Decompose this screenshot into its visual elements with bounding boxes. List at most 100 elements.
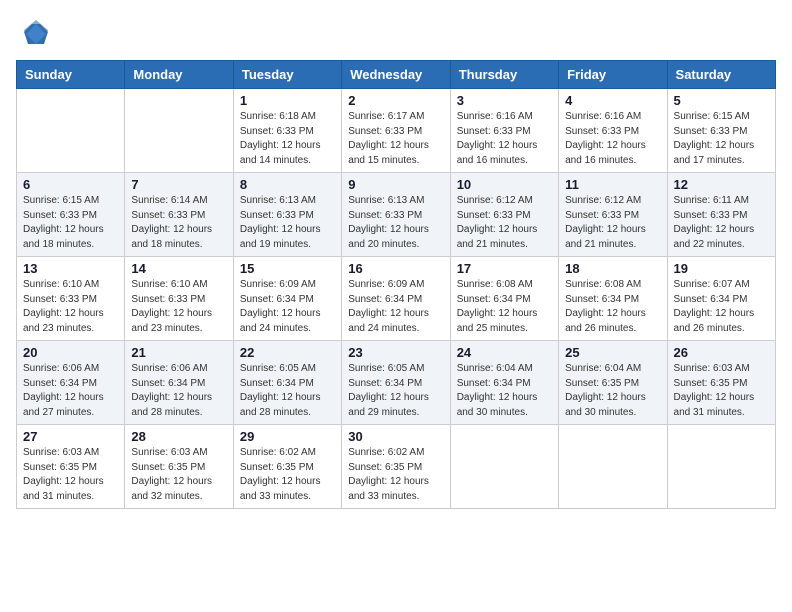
day-number: 8 (240, 177, 335, 192)
day-number: 30 (348, 429, 443, 444)
day-number: 5 (674, 93, 769, 108)
day-info: Sunrise: 6:05 AMSunset: 6:34 PMDaylight:… (348, 362, 443, 420)
day-number: 28 (131, 429, 226, 444)
calendar-cell: 10Sunrise: 6:12 AMSunset: 6:33 PMDayligh… (450, 173, 558, 257)
calendar-week-row: 20 Sunrise: 6:06 AMSunset: 6:34 PMDayligh… (17, 341, 776, 425)
calendar-cell: 25 Sunrise: 6:04 AMSunset: 6:35 PMDayligh… (559, 341, 667, 425)
day-info: Sunrise: 6:08 AMSunset: 6:34 PMDaylight:… (565, 278, 660, 336)
day-number: 12 (674, 177, 769, 192)
calendar-cell (17, 89, 125, 173)
day-number: 29 (240, 429, 335, 444)
calendar-week-row: 27 Sunrise: 6:03 AMSunset: 6:35 PMDayligh… (17, 425, 776, 509)
day-info: Sunrise: 6:04 AMSunset: 6:35 PMDaylight:… (565, 362, 660, 420)
calendar-cell: 1 Sunrise: 6:18 AMSunset: 6:33 PMDaylight… (233, 89, 341, 173)
day-info: Sunrise: 6:05 AMSunset: 6:34 PMDaylight:… (240, 362, 335, 420)
day-info: Sunrise: 6:13 AMSunset: 6:33 PMDaylight:… (348, 194, 443, 252)
calendar-cell: 3 Sunrise: 6:16 AMSunset: 6:33 PMDaylight… (450, 89, 558, 173)
calendar-cell: 2 Sunrise: 6:17 AMSunset: 6:33 PMDaylight… (342, 89, 450, 173)
day-info: Sunrise: 6:06 AMSunset: 6:34 PMDaylight:… (23, 362, 118, 420)
calendar-week-row: 13Sunrise: 6:10 AMSunset: 6:33 PMDayligh… (17, 257, 776, 341)
day-info: Sunrise: 6:07 AMSunset: 6:34 PMDaylight:… (674, 278, 769, 336)
day-number: 11 (565, 177, 660, 192)
day-info: Sunrise: 6:13 AMSunset: 6:33 PMDaylight:… (240, 194, 335, 252)
day-info: Sunrise: 6:10 AMSunset: 6:33 PMDaylight:… (23, 278, 118, 336)
calendar-cell: 26 Sunrise: 6:03 AMSunset: 6:35 PMDayligh… (667, 341, 775, 425)
calendar-cell: 8 Sunrise: 6:13 AMSunset: 6:33 PMDaylight… (233, 173, 341, 257)
day-info: Sunrise: 6:08 AMSunset: 6:34 PMDaylight:… (457, 278, 552, 336)
calendar-cell: 9 Sunrise: 6:13 AMSunset: 6:33 PMDaylight… (342, 173, 450, 257)
calendar-cell: 27 Sunrise: 6:03 AMSunset: 6:35 PMDayligh… (17, 425, 125, 509)
day-number: 22 (240, 345, 335, 360)
day-number: 26 (674, 345, 769, 360)
calendar-cell: 17Sunrise: 6:08 AMSunset: 6:34 PMDayligh… (450, 257, 558, 341)
calendar-cell: 14 Sunrise: 6:10 AMSunset: 6:33 PMDayligh… (125, 257, 233, 341)
calendar-cell (667, 425, 775, 509)
day-info: Sunrise: 6:10 AMSunset: 6:33 PMDaylight:… (131, 278, 226, 336)
day-number: 25 (565, 345, 660, 360)
day-info: Sunrise: 6:15 AMSunset: 6:33 PMDaylight:… (23, 194, 118, 252)
calendar-cell: 30 Sunrise: 6:02 AMSunset: 6:35 PMDayligh… (342, 425, 450, 509)
day-number: 15 (240, 261, 335, 276)
weekday-header-sunday: Sunday (17, 61, 125, 89)
calendar-cell (450, 425, 558, 509)
day-info: Sunrise: 6:15 AMSunset: 6:33 PMDaylight:… (674, 110, 769, 168)
calendar-cell: 12 Sunrise: 6:11 AMSunset: 6:33 PMDayligh… (667, 173, 775, 257)
day-info: Sunrise: 6:12 AMSunset: 6:33 PMDaylight:… (565, 194, 660, 252)
day-info: Sunrise: 6:17 AMSunset: 6:33 PMDaylight:… (348, 110, 443, 168)
weekday-header-tuesday: Tuesday (233, 61, 341, 89)
day-info: Sunrise: 6:16 AMSunset: 6:33 PMDaylight:… (565, 110, 660, 168)
weekday-header-wednesday: Wednesday (342, 61, 450, 89)
day-number: 16 (348, 261, 443, 276)
logo (16, 16, 52, 48)
day-info: Sunrise: 6:09 AMSunset: 6:34 PMDaylight:… (348, 278, 443, 336)
day-info: Sunrise: 6:16 AMSunset: 6:33 PMDaylight:… (457, 110, 552, 168)
weekday-header-monday: Monday (125, 61, 233, 89)
day-number: 3 (457, 93, 552, 108)
calendar-cell: 15 Sunrise: 6:09 AMSunset: 6:34 PMDayligh… (233, 257, 341, 341)
day-info: Sunrise: 6:03 AMSunset: 6:35 PMDaylight:… (674, 362, 769, 420)
day-number: 18 (565, 261, 660, 276)
calendar-cell: 5 Sunrise: 6:15 AMSunset: 6:33 PMDaylight… (667, 89, 775, 173)
day-info: Sunrise: 6:06 AMSunset: 6:34 PMDaylight:… (131, 362, 226, 420)
calendar-week-row: 1 Sunrise: 6:18 AMSunset: 6:33 PMDaylight… (17, 89, 776, 173)
calendar-cell (125, 89, 233, 173)
calendar-cell: 23 Sunrise: 6:05 AMSunset: 6:34 PMDayligh… (342, 341, 450, 425)
day-number: 14 (131, 261, 226, 276)
calendar-table: SundayMondayTuesdayWednesdayThursdayFrid… (16, 60, 776, 509)
day-number: 27 (23, 429, 118, 444)
calendar-cell: 11 Sunrise: 6:12 AMSunset: 6:33 PMDayligh… (559, 173, 667, 257)
day-number: 23 (348, 345, 443, 360)
day-number: 1 (240, 93, 335, 108)
calendar-cell: 7 Sunrise: 6:14 AMSunset: 6:33 PMDaylight… (125, 173, 233, 257)
calendar-cell: 19 Sunrise: 6:07 AMSunset: 6:34 PMDayligh… (667, 257, 775, 341)
day-number: 6 (23, 177, 118, 192)
day-number: 19 (674, 261, 769, 276)
day-info: Sunrise: 6:09 AMSunset: 6:34 PMDaylight:… (240, 278, 335, 336)
day-number: 20 (23, 345, 118, 360)
day-number: 7 (131, 177, 226, 192)
calendar-cell: 16 Sunrise: 6:09 AMSunset: 6:34 PMDayligh… (342, 257, 450, 341)
weekday-header-thursday: Thursday (450, 61, 558, 89)
calendar-cell: 28 Sunrise: 6:03 AMSunset: 6:35 PMDayligh… (125, 425, 233, 509)
day-info: Sunrise: 6:03 AMSunset: 6:35 PMDaylight:… (131, 446, 226, 504)
calendar-cell: 20 Sunrise: 6:06 AMSunset: 6:34 PMDayligh… (17, 341, 125, 425)
day-number: 2 (348, 93, 443, 108)
calendar-cell: 6 Sunrise: 6:15 AMSunset: 6:33 PMDaylight… (17, 173, 125, 257)
day-info: Sunrise: 6:02 AMSunset: 6:35 PMDaylight:… (240, 446, 335, 504)
calendar-cell: 29 Sunrise: 6:02 AMSunset: 6:35 PMDayligh… (233, 425, 341, 509)
calendar-cell (559, 425, 667, 509)
day-number: 9 (348, 177, 443, 192)
day-info: Sunrise: 6:03 AMSunset: 6:35 PMDaylight:… (23, 446, 118, 504)
day-number: 24 (457, 345, 552, 360)
page-header (16, 16, 776, 48)
day-info: Sunrise: 6:11 AMSunset: 6:33 PMDaylight:… (674, 194, 769, 252)
day-info: Sunrise: 6:12 AMSunset: 6:33 PMDaylight:… (457, 194, 552, 252)
calendar-cell: 24Sunrise: 6:04 AMSunset: 6:34 PMDayligh… (450, 341, 558, 425)
weekday-header-friday: Friday (559, 61, 667, 89)
day-info: Sunrise: 6:14 AMSunset: 6:33 PMDaylight:… (131, 194, 226, 252)
logo-icon (20, 16, 52, 48)
day-info: Sunrise: 6:18 AMSunset: 6:33 PMDaylight:… (240, 110, 335, 168)
calendar-week-row: 6 Sunrise: 6:15 AMSunset: 6:33 PMDaylight… (17, 173, 776, 257)
calendar-cell: 4Sunrise: 6:16 AMSunset: 6:33 PMDaylight… (559, 89, 667, 173)
day-info: Sunrise: 6:02 AMSunset: 6:35 PMDaylight:… (348, 446, 443, 504)
